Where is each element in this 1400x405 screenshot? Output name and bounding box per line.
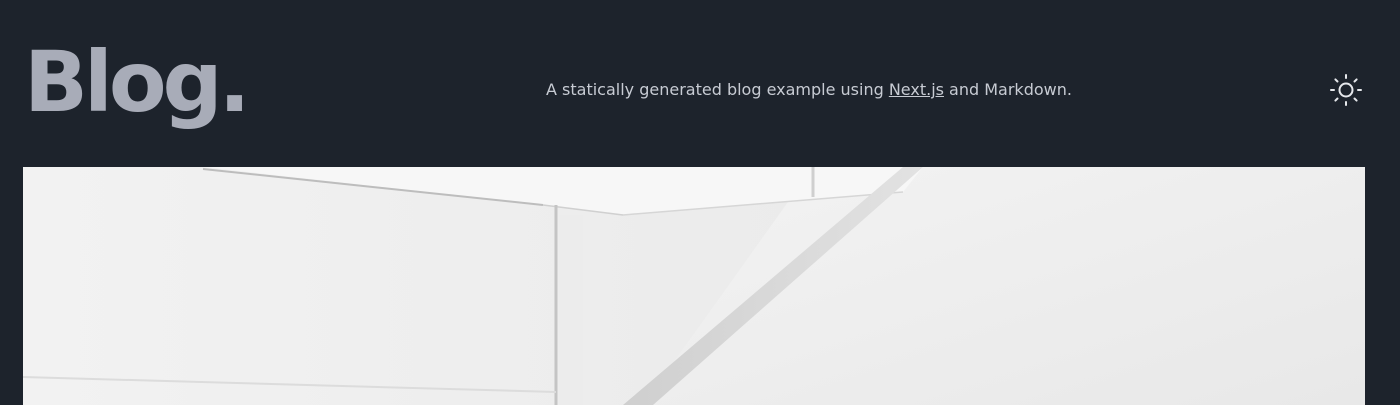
hero-cover-image[interactable] (23, 167, 1365, 405)
site-logo[interactable]: Blog. (24, 40, 251, 124)
tagline-suffix: and Markdown. (943, 80, 1072, 99)
theme-toggle-button[interactable] (1326, 70, 1366, 110)
site-tagline: A statically generated blog example usin… (546, 80, 1072, 99)
site-header: Blog. A statically generated blog exampl… (0, 0, 1400, 167)
nextjs-link[interactable]: Next.js (889, 80, 944, 99)
tagline-prefix: A statically generated blog example usin… (546, 80, 889, 99)
sun-icon (1330, 74, 1362, 106)
architecture-photo (23, 167, 1365, 405)
